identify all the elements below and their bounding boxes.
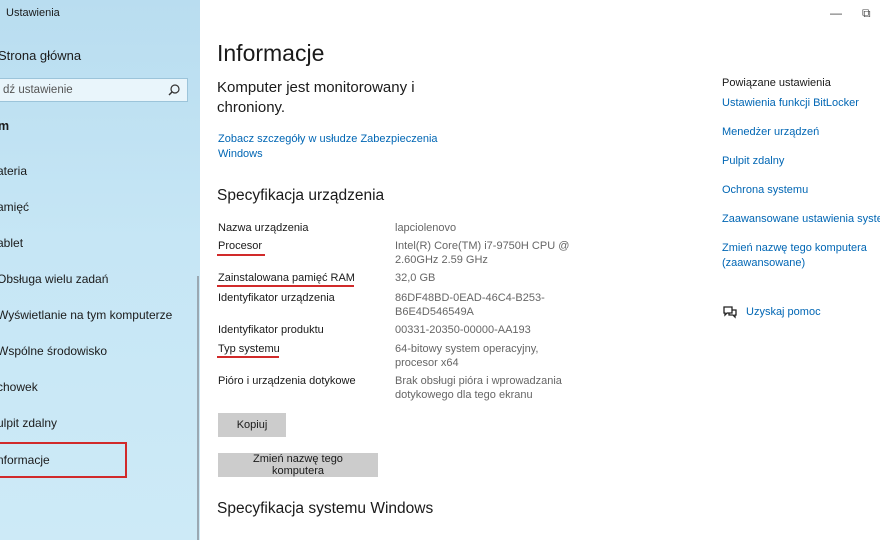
sidebar-section-label: m — [0, 119, 10, 133]
advanced-system-settings-link[interactable]: Zaawansowane ustawienia systemu — [722, 212, 880, 227]
ram-underline — [217, 285, 354, 287]
system-protection-link[interactable]: Ochrona systemu — [722, 183, 880, 198]
home-label: Strona główna — [0, 48, 82, 63]
sidebar-item-projecting[interactable]: Wyświetlanie na tym komputerze — [0, 300, 197, 330]
remote-desktop-link[interactable]: Pulpit zdalny — [722, 154, 880, 169]
sidebar-home-link[interactable]: Strona główna — [0, 48, 81, 63]
minimize-button[interactable]: — — [830, 6, 842, 20]
device-spec-heading: Specyfikacja urządzenia — [217, 187, 385, 204]
search-icon — [168, 84, 180, 96]
rename-pc-button[interactable]: Zmień nazwę tego komputera — [218, 453, 378, 477]
spec-label: Typ systemu — [218, 343, 280, 355]
page-title: Informacje — [217, 40, 325, 66]
system-type-underline — [217, 356, 279, 358]
chat-help-icon — [723, 306, 737, 319]
sidebar-item-bateria[interactable]: ateria — [0, 156, 197, 186]
sidebar-item-label: Wspólne środowisko — [0, 344, 108, 358]
spec-label: Identyfikator urządzenia — [218, 292, 335, 304]
get-help-link[interactable]: Uzyskaj pomoc — [746, 306, 821, 318]
sidebar-item-label: chowek — [0, 380, 38, 394]
sidebar-item-remote-desktop[interactable]: ulpit zdalny — [0, 408, 197, 438]
spec-value: 86DF48BD-0EAD-46C4-B253-B6E4D546549A — [395, 292, 545, 318]
search-placeholder: dź ustawienie — [3, 84, 73, 96]
app-title: Ustawienia — [6, 7, 60, 19]
spec-label: Nazwa urządzenia — [218, 222, 309, 234]
sidebar-item-clipboard[interactable]: chowek — [0, 372, 197, 402]
search-input[interactable]: dź ustawienie — [0, 78, 188, 102]
spec-label: Identyfikator produktu — [218, 324, 324, 336]
spec-label: Pióro i urządzenia dotykowe — [218, 375, 356, 387]
spec-value: lapciolenovo — [395, 222, 457, 234]
get-help-row[interactable]: Uzyskaj pomoc — [722, 305, 821, 319]
sidebar-item-label: Obsługa wielu zadań — [0, 272, 109, 286]
sidebar-item-tablet[interactable]: ablet — [0, 228, 197, 258]
security-details-link[interactable]: Zobacz szczegóły w usłudze Zabezpieczeni… — [218, 132, 468, 162]
sidebar-item-label: ulpit zdalny — [0, 416, 58, 430]
sidebar-item-label: Wyświetlanie na tym komputerze — [0, 308, 173, 322]
sidebar-item-pamiec[interactable]: amięć — [0, 192, 197, 222]
selected-item-highlight — [0, 442, 127, 478]
rename-pc-advanced-link[interactable]: Zmień nazwę tego komputera (zaawansowane… — [722, 241, 872, 271]
processor-underline — [217, 254, 265, 256]
spec-value: 00331-20350-00000-AA193 — [395, 324, 531, 336]
spec-label: Zainstalowana pamięć RAM — [218, 272, 355, 284]
sidebar-item-label: ateria — [0, 164, 28, 178]
spec-label: Procesor — [218, 240, 263, 252]
copy-button[interactable]: Kopiuj — [218, 413, 286, 437]
windows-spec-heading: Specyfikacja systemu Windows — [217, 500, 434, 517]
sidebar-item-shared-experiences[interactable]: Wspólne środowisko — [0, 336, 197, 366]
related-settings-title: Powiązane ustawienia — [722, 77, 831, 89]
spec-value: 64-bitowy system operacyjny, procesor x6… — [395, 343, 539, 369]
device-manager-link[interactable]: Menedżer urządzeń — [722, 125, 880, 140]
spec-value: Intel(R) Core(TM) i7-9750H CPU @ 2.60GHz… — [395, 240, 570, 266]
bitlocker-settings-link[interactable]: Ustawienia funkcji BitLocker — [722, 96, 880, 111]
sidebar-scrollbar[interactable] — [197, 276, 199, 540]
restore-button[interactable]: ⧉ — [862, 6, 871, 21]
sidebar-item-multitasking[interactable]: Obsługa wielu zadań — [0, 264, 197, 294]
spec-value: Brak obsługi pióra i wprowadzania dotyko… — [395, 375, 562, 401]
protection-status: Komputer jest monitorowany i chroniony. — [217, 79, 415, 116]
spec-value: 32,0 GB — [395, 272, 436, 284]
sidebar-item-label: amięć — [0, 200, 30, 214]
sidebar: Ustawienia Strona główna dź ustawienie m… — [0, 0, 200, 540]
sidebar-item-label: ablet — [0, 236, 24, 250]
